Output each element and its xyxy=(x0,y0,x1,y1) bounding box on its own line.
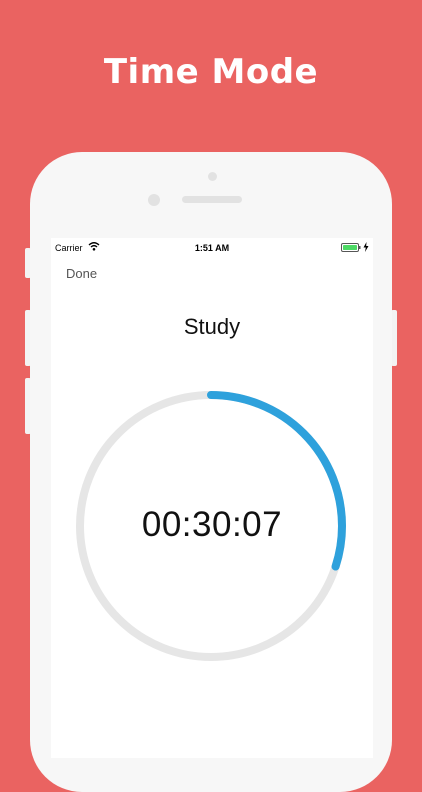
status-time: 1:51 AM xyxy=(194,243,230,253)
battery-icon xyxy=(341,243,361,254)
timer-title: Study xyxy=(183,314,241,339)
status-bar: Carrier 1:51 AM xyxy=(51,238,373,258)
elapsed-time: 00:30:07 xyxy=(141,505,283,544)
charging-bolt-icon xyxy=(363,242,369,254)
earpiece-speaker xyxy=(182,196,242,203)
app-screen: Carrier 1:51 AM Done Study 00:30:07 xyxy=(51,238,373,758)
done-button[interactable]: Done xyxy=(66,266,97,281)
front-camera xyxy=(208,172,217,181)
page-title: Time Mode xyxy=(103,52,319,92)
proximity-sensor xyxy=(148,194,160,206)
